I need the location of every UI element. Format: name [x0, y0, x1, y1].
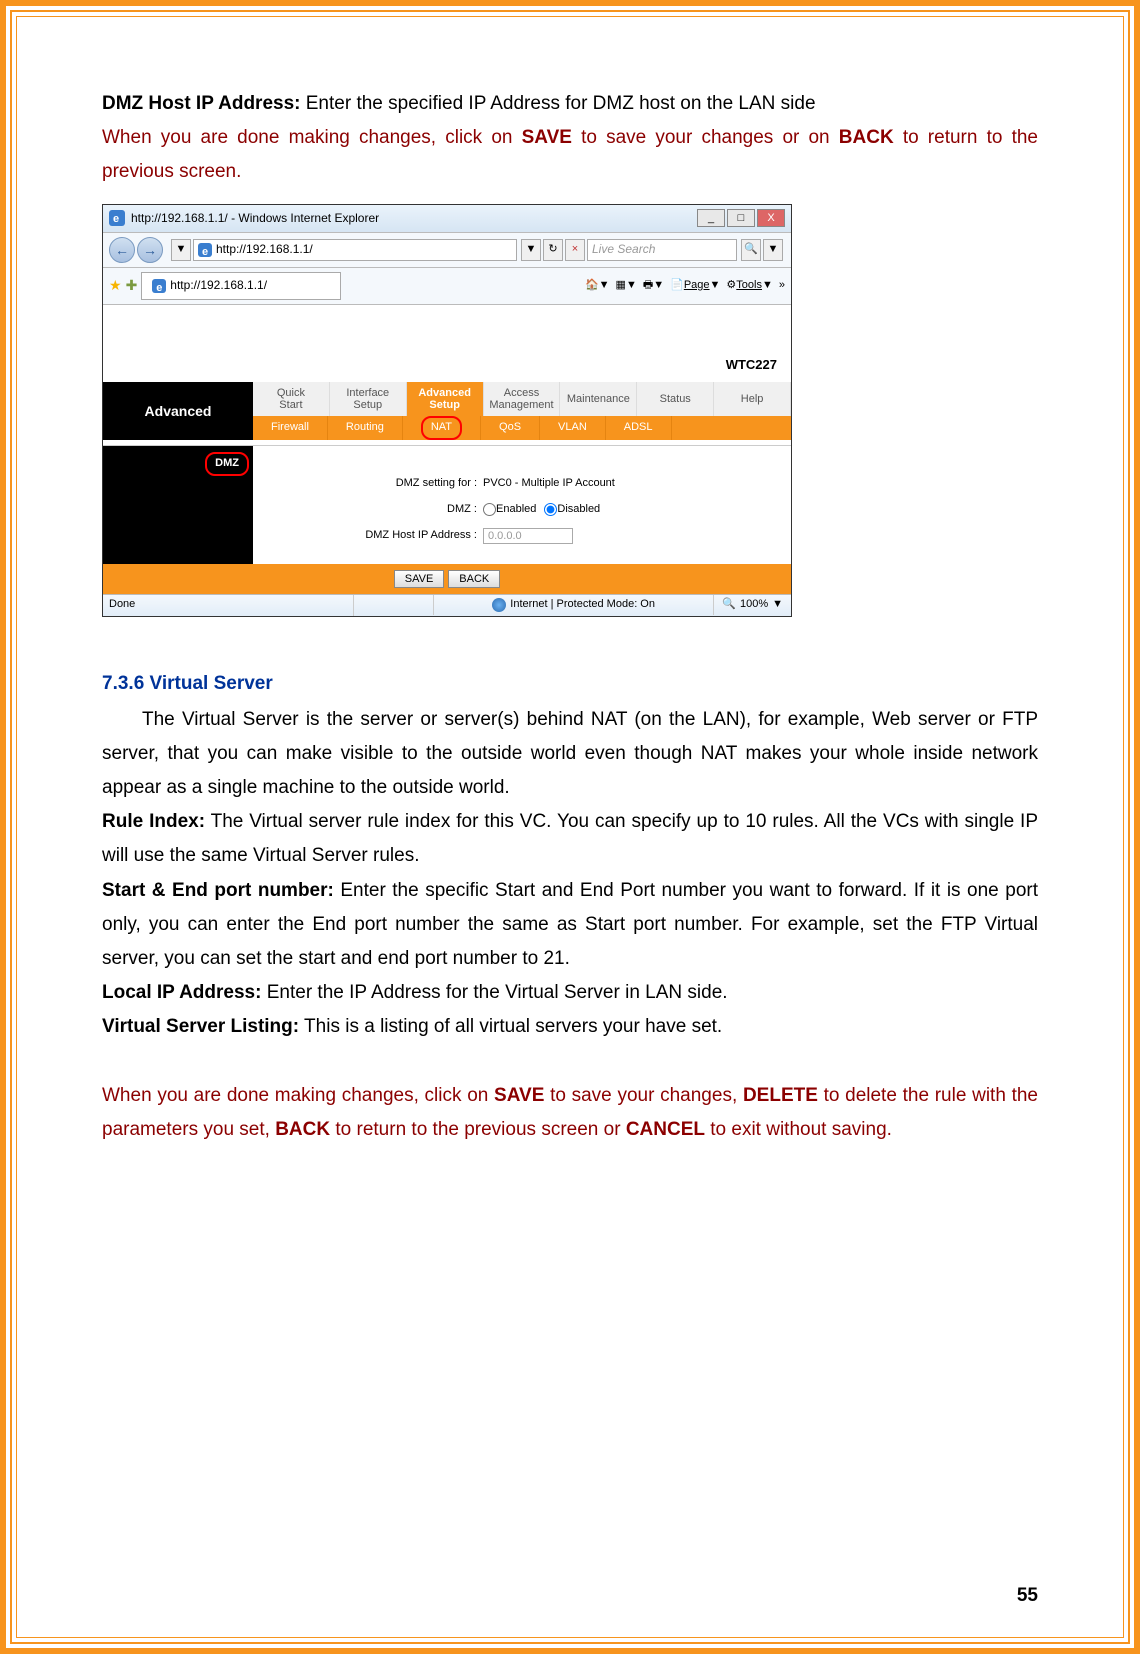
ie-icon [109, 210, 125, 226]
port-number-para: Start & End port number: Enter the speci… [102, 874, 1038, 977]
rule-index-text: The Virtual server rule index for this V… [102, 811, 1038, 866]
subtab-nat[interactable]: NAT [403, 416, 481, 440]
save-button[interactable]: SAVE [394, 570, 445, 588]
vs-listing-text: This is a listing of all virtual servers… [299, 1016, 722, 1037]
home-icon[interactable]: 🏠 ▼ [585, 276, 610, 296]
rule-index-para: Rule Index: The Virtual server rule inde… [102, 805, 1038, 873]
url-text: http://192.168.1.1/ [216, 239, 313, 261]
router-brand: WTC227 [103, 353, 791, 382]
local-ip-para: Local IP Address: Enter the IP Address f… [102, 976, 1038, 1010]
ie-screenshot: http://192.168.1.1/ - Windows Internet E… [102, 204, 792, 617]
dmz-sidebar: DMZ [103, 446, 253, 563]
router-section-title: Advanced [103, 382, 253, 440]
back-button[interactable]: BACK [448, 570, 500, 588]
address-bar[interactable]: http://192.168.1.1/ [193, 239, 517, 261]
dmz-host-ip-text: Enter the specified IP Address for DMZ h… [300, 93, 815, 114]
router-page: WTC227 Advanced Quick Start Interface Se… [103, 305, 791, 594]
dmz-disabled-radio[interactable] [544, 503, 557, 516]
sub-tabs: Firewall Routing NAT QoS VLAN ADSL [253, 416, 791, 440]
status-bar: Done Internet | Protected Mode: On 🔍 100… [103, 594, 791, 616]
dmz-sidebar-label: DMZ [205, 452, 249, 476]
dmz-settings: DMZ setting for : PVC0 - Multiple IP Acc… [253, 446, 791, 563]
search-bar[interactable]: Live Search [587, 239, 737, 261]
button-row: SAVE BACK [103, 564, 791, 594]
addr-dropdown[interactable]: ▼ [521, 239, 541, 261]
rule-index-label: Rule Index: [102, 811, 205, 832]
virtual-server-para: The Virtual Server is the server or serv… [102, 703, 1038, 806]
dmz-setting-for-label: DMZ setting for : [263, 474, 483, 494]
page-icon [198, 243, 212, 257]
forward-nav-button[interactable]: → [137, 237, 163, 263]
search-placeholder: Live Search [592, 239, 655, 261]
window-title: http://192.168.1.1/ - Windows Internet E… [131, 208, 379, 230]
status-mode: Internet | Protected Mode: On [433, 595, 714, 615]
search-dropdown[interactable]: ▼ [763, 239, 783, 261]
save-word: SAVE [522, 127, 572, 148]
search-button[interactable]: 🔍 [741, 239, 761, 261]
status-zoom[interactable]: 🔍 100% ▼ [714, 595, 791, 615]
globe-icon [492, 598, 506, 612]
section-heading: 7.3.6 Virtual Server [102, 667, 1038, 701]
tab-interface-setup[interactable]: Interface Setup [330, 382, 407, 416]
browser-tab[interactable]: http://192.168.1.1/ [141, 272, 341, 300]
dmz-disabled-text: Disabled [557, 500, 600, 520]
stop-button[interactable]: × [565, 239, 585, 261]
tab-status[interactable]: Status [637, 382, 714, 416]
vs-listing-para: Virtual Server Listing: This is a listin… [102, 1010, 1038, 1044]
window-titlebar: http://192.168.1.1/ - Windows Internet E… [103, 205, 791, 233]
back-nav-button[interactable]: ← [109, 237, 135, 263]
local-ip-text: Enter the IP Address for the Virtual Ser… [261, 982, 727, 1003]
tab-help[interactable]: Help [714, 382, 791, 416]
dmz-setting-for-value: PVC0 - Multiple IP Account [483, 474, 615, 494]
feed-icon[interactable]: ▦ ▼ [616, 276, 637, 296]
favorites-icon[interactable]: ★ [109, 273, 122, 298]
tab-bar: ★ ✚ http://192.168.1.1/ 🏠 ▼ ▦ ▼ 🖶 ▼ 📄 Pa… [103, 268, 791, 305]
tab-label: http://192.168.1.1/ [170, 275, 267, 297]
dmz-host-ip-field-label: DMZ Host IP Address : [263, 526, 483, 546]
subtab-qos[interactable]: QoS [481, 416, 540, 440]
tools-menu[interactable]: ⚙ Tools ▼ [726, 276, 772, 296]
dmz-enabled-text: Enabled [496, 500, 536, 520]
dmz-enabled-radio[interactable] [483, 503, 496, 516]
print-icon[interactable]: 🖶 ▼ [643, 276, 664, 296]
toolbar-overflow[interactable]: » [779, 276, 785, 296]
subtab-firewall[interactable]: Firewall [253, 416, 328, 440]
page-menu[interactable]: 📄 Page ▼ [670, 276, 720, 296]
nav-bar: ← → ▼ http://192.168.1.1/ ▼ ↻ × Live Sea… [103, 232, 791, 268]
refresh-button[interactable]: ↻ [543, 239, 563, 261]
final-instruction-para: When you are done making changes, click … [102, 1079, 1038, 1147]
main-tabs: Quick Start Interface Setup Advanced Set… [253, 382, 791, 416]
minimize-button[interactable]: _ [697, 209, 725, 227]
close-button[interactable]: X [757, 209, 785, 227]
port-number-label: Start & End port number: [102, 880, 334, 901]
tab-access-management[interactable]: Access Management [484, 382, 561, 416]
status-done: Done [103, 595, 353, 615]
tab-advanced-setup[interactable]: Advanced Setup [407, 382, 484, 416]
vs-listing-label: Virtual Server Listing: [102, 1016, 299, 1037]
save-back-instruction: When you are done making changes, click … [102, 121, 1038, 189]
tab-page-icon [152, 279, 166, 293]
tab-maintenance[interactable]: Maintenance [560, 382, 637, 416]
back-word: BACK [839, 127, 894, 148]
dmz-host-ip-para: DMZ Host IP Address: Enter the specified… [102, 87, 1038, 121]
nav-dropdown[interactable]: ▼ [171, 239, 191, 261]
subtab-adsl[interactable]: ADSL [606, 416, 672, 440]
dmz-radio-label: DMZ : [263, 500, 483, 520]
tab-tools: 🏠 ▼ ▦ ▼ 🖶 ▼ 📄 Page ▼ ⚙ Tools ▼ » [585, 276, 785, 296]
add-favorites-icon[interactable]: ✚ [126, 273, 138, 298]
dmz-host-ip-input[interactable] [483, 528, 573, 544]
page-number: 55 [1017, 1585, 1038, 1607]
tab-quick-start[interactable]: Quick Start [253, 382, 330, 416]
subtab-vlan[interactable]: VLAN [540, 416, 606, 440]
dmz-host-ip-label: DMZ Host IP Address: [102, 93, 300, 114]
subtab-routing[interactable]: Routing [328, 416, 403, 440]
local-ip-label: Local IP Address: [102, 982, 261, 1003]
maximize-button[interactable]: □ [727, 209, 755, 227]
